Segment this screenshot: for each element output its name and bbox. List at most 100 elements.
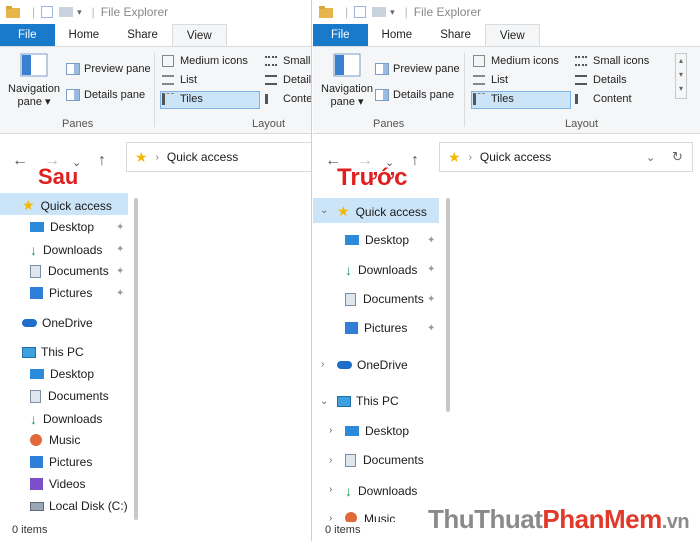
address-dropdown-icon[interactable]: ⌄: [646, 151, 655, 164]
list-button[interactable]: List: [473, 74, 508, 86]
tree-item-pc-documents[interactable]: Documents: [30, 389, 109, 403]
content-button[interactable]: Content: [575, 93, 632, 105]
navigation-pane-button[interactable]: Navigation pane ▾: [6, 53, 62, 108]
tree-item-pc-music[interactable]: Music: [30, 433, 80, 447]
expand-chevron-icon[interactable]: ⌄: [320, 396, 328, 407]
tree-item-onedrive[interactable]: OneDrive: [22, 316, 93, 330]
tree-item-pc-downloads[interactable]: ↓ Downloads: [30, 411, 102, 427]
preview-pane-button[interactable]: Preview pane: [66, 63, 151, 75]
tree-item-pc-videos[interactable]: Videos: [30, 477, 85, 491]
content-label: Content: [593, 93, 632, 105]
tiles-button[interactable]: Tiles: [473, 93, 514, 105]
back-arrow-icon[interactable]: ←: [12, 152, 28, 170]
navigation-pane-button[interactable]: Navigation pane ▾: [319, 53, 375, 108]
tree-item-downloads[interactable]: ↓ Downloads: [345, 262, 417, 278]
nav-scrollbar[interactable]: [446, 198, 450, 412]
tree-item-documents[interactable]: Documents: [345, 292, 424, 306]
tree-item-downloads[interactable]: ↓ Downloads: [30, 242, 102, 258]
refresh-icon[interactable]: ↻: [672, 149, 683, 165]
tree-item-onedrive[interactable]: OneDrive: [337, 358, 408, 372]
small-icons-label: Small icons: [593, 55, 650, 67]
expand-chevron-icon[interactable]: ›: [321, 359, 324, 370]
tree-item-pc-downloads[interactable]: ↓ Downloads: [345, 483, 417, 499]
medium-icons-button[interactable]: Medium icons: [473, 55, 559, 67]
pin-icon[interactable]: ✦: [427, 323, 435, 334]
up-arrow-icon[interactable]: ↑: [98, 152, 106, 170]
small-icons-button[interactable]: Small icons: [575, 55, 649, 67]
pin-icon[interactable]: ✦: [116, 244, 124, 255]
pin-icon[interactable]: ✦: [116, 288, 124, 299]
details-button[interactable]: Detail: [265, 74, 311, 86]
details-pane-button[interactable]: Details pane: [66, 89, 145, 101]
tree-item-this-pc[interactable]: This PC: [22, 345, 84, 359]
star-icon: ★: [448, 148, 461, 165]
details-pane-icon: [375, 89, 389, 101]
desktop-icon: [345, 235, 359, 245]
pin-icon[interactable]: ✦: [427, 235, 435, 246]
tree-item-pictures[interactable]: Pictures: [345, 321, 407, 335]
tab-share[interactable]: Share: [426, 24, 485, 46]
tree-item-documents[interactable]: Documents: [30, 264, 109, 278]
medium-icons-button[interactable]: Medium icons: [162, 55, 248, 67]
details-button[interactable]: Details: [575, 74, 627, 86]
customize-qat-icon[interactable]: ▾: [390, 7, 395, 18]
tree-item-desktop[interactable]: Desktop: [345, 233, 409, 247]
customize-qat-icon[interactable]: ▾: [77, 7, 82, 18]
tree-item-quick-access[interactable]: ★ Quick access: [22, 197, 112, 214]
panes-group-label: Panes: [62, 118, 94, 130]
list-button[interactable]: List: [162, 74, 197, 86]
preview-pane-label: Preview pane: [84, 63, 151, 75]
new-folder-icon[interactable]: [59, 7, 74, 17]
pin-icon[interactable]: ✦: [427, 294, 435, 305]
explorer-window-after: | ▾ | File Explorer File Home Share View…: [0, 0, 312, 541]
tab-share[interactable]: Share: [113, 24, 172, 46]
new-folder-icon[interactable]: [372, 7, 387, 17]
properties-icon[interactable]: [41, 6, 54, 18]
tree-item-pc-music[interactable]: Music: [345, 512, 395, 522]
ribbon-separator: [154, 53, 155, 127]
screenshot-root: | ▾ | File Explorer File Home Share View…: [0, 0, 700, 541]
details-pane-label: Details pane: [393, 89, 455, 101]
expand-chevron-icon[interactable]: ›: [329, 484, 332, 495]
pin-icon[interactable]: ✦: [116, 222, 124, 233]
expand-chevron-icon[interactable]: ›: [329, 425, 332, 436]
up-arrow-icon[interactable]: ↑: [411, 152, 419, 170]
pin-icon[interactable]: ✦: [116, 266, 124, 277]
list-icon: [162, 75, 174, 85]
properties-icon[interactable]: [354, 6, 367, 18]
tab-file[interactable]: File: [0, 24, 55, 46]
nav-scrollbar[interactable]: [134, 198, 138, 520]
content-button[interactable]: Conte: [265, 93, 311, 105]
expand-chevron-icon[interactable]: ›: [329, 455, 332, 466]
medium-icons-label: Medium icons: [491, 55, 559, 67]
download-icon: ↓: [345, 262, 352, 278]
tree-item-pc-documents[interactable]: Documents: [345, 453, 424, 467]
folder-icon: [319, 6, 333, 18]
tree-item-pc-desktop[interactable]: Desktop: [30, 367, 94, 381]
address-box[interactable]: ★ › Quick access ⌄ ↻: [439, 142, 693, 172]
tiles-button[interactable]: Tiles: [162, 93, 203, 105]
tab-home[interactable]: Home: [368, 24, 427, 46]
download-icon: ↓: [30, 242, 37, 258]
picture-icon: [345, 322, 358, 334]
tree-item-pc-pictures[interactable]: Pictures: [30, 455, 92, 469]
layout-scroll-buttons[interactable]: ▴ ▾ ▾: [675, 53, 687, 99]
tab-view[interactable]: View: [484, 24, 540, 46]
tree-item-quick-access[interactable]: ★ Quick access: [337, 203, 427, 220]
tree-item-this-pc[interactable]: This PC: [337, 394, 399, 408]
details-pane-button[interactable]: Details pane: [375, 89, 454, 101]
tree-item-desktop[interactable]: Desktop: [30, 220, 94, 234]
address-box[interactable]: ★ › Quick access: [126, 142, 311, 172]
tab-home[interactable]: Home: [55, 24, 114, 46]
tree-item-pc-local-disk[interactable]: Local Disk (C:): [30, 499, 128, 513]
expand-chevron-icon[interactable]: ⌄: [320, 205, 328, 216]
expand-chevron-icon[interactable]: ›: [329, 513, 332, 524]
tree-item-pc-desktop[interactable]: Desktop: [345, 424, 409, 438]
pin-icon[interactable]: ✦: [427, 264, 435, 275]
small-icons-button[interactable]: Small: [265, 55, 311, 67]
music-icon: [30, 434, 42, 446]
tab-file[interactable]: File: [313, 24, 368, 46]
tree-item-pictures[interactable]: Pictures: [30, 286, 92, 300]
preview-pane-button[interactable]: Preview pane: [375, 63, 460, 75]
tab-view[interactable]: View: [171, 24, 227, 46]
